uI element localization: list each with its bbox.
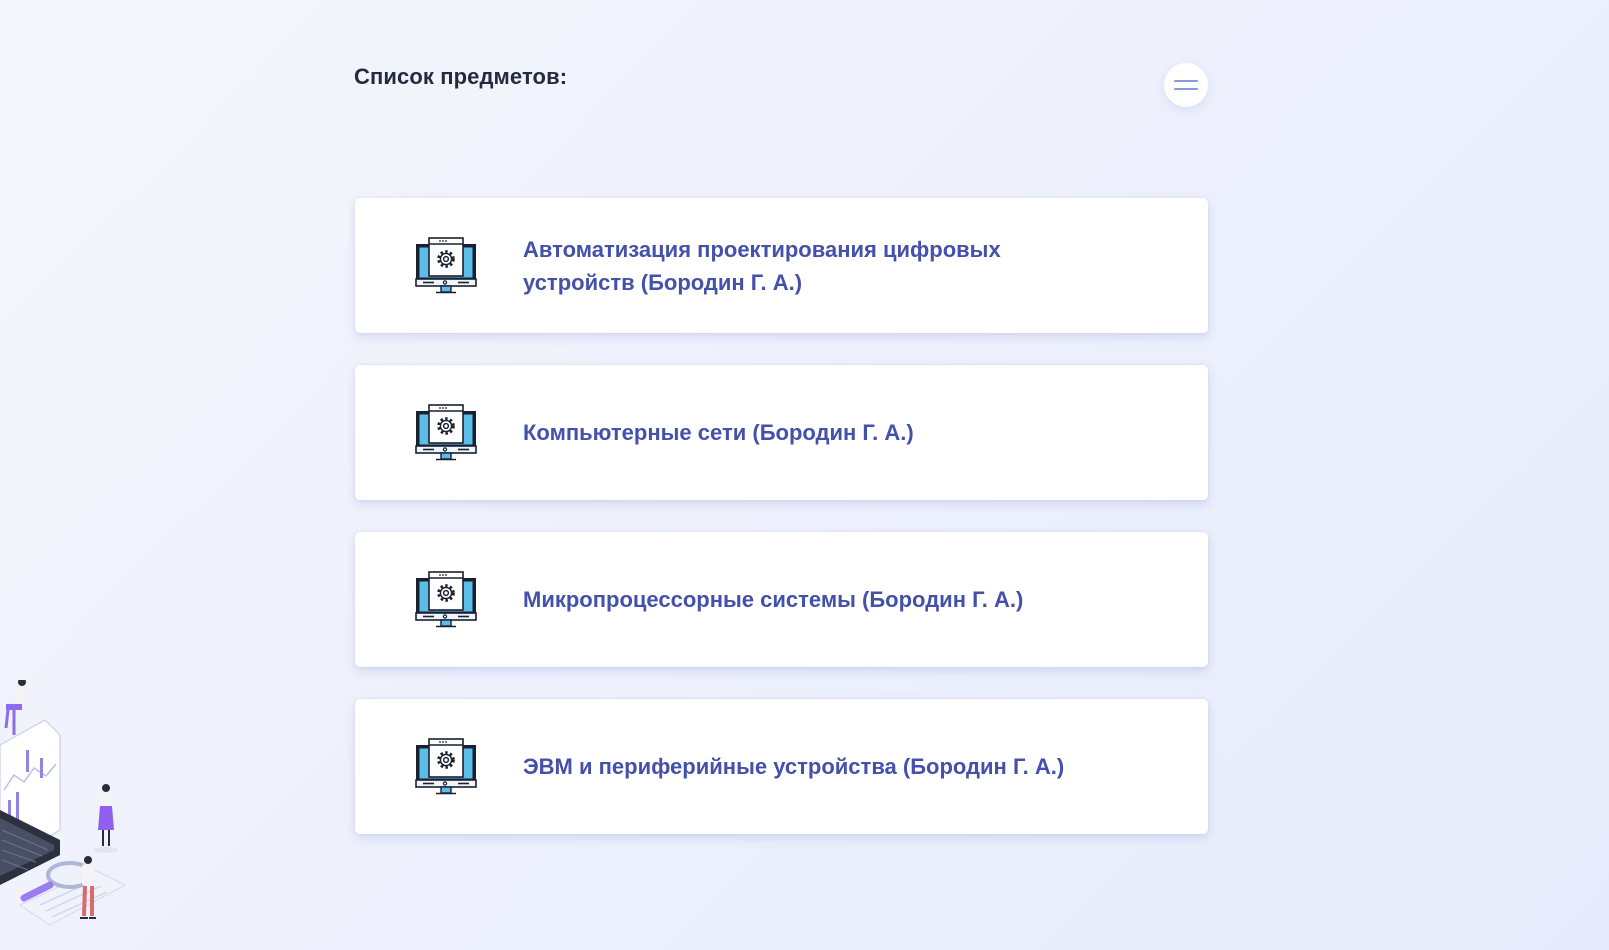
monitor-gear-icon — [414, 568, 478, 632]
monitor-gear-icon — [414, 735, 478, 799]
monitor-gear-icon — [414, 234, 478, 298]
subject-card[interactable]: Компьютерные сети (Бородин Г. А.) — [355, 365, 1208, 500]
monitor-gear-icon — [414, 401, 478, 465]
subject-list: Автоматизация проектирования цифровых ус… — [355, 198, 1208, 866]
subject-title[interactable]: Компьютерные сети (Бородин Г. А.) — [523, 416, 914, 449]
decorative-illustration — [0, 680, 127, 926]
subject-card[interactable]: ЭВМ и периферийные устройства (Бородин Г… — [355, 699, 1208, 834]
subject-card[interactable]: Автоматизация проектирования цифровых ус… — [355, 198, 1208, 333]
subject-title[interactable]: ЭВМ и периферийные устройства (Бородин Г… — [523, 750, 1064, 783]
subject-title[interactable]: Микропроцессорные системы (Бородин Г. А.… — [523, 583, 1023, 616]
page-title: Список предметов: — [354, 64, 568, 89]
subject-title[interactable]: Автоматизация проектирования цифровых ус… — [523, 233, 1118, 299]
menu-button[interactable] — [1164, 63, 1208, 107]
hamburger-menu-icon — [1174, 80, 1198, 90]
subject-card[interactable]: Микропроцессорные системы (Бородин Г. А.… — [355, 532, 1208, 667]
